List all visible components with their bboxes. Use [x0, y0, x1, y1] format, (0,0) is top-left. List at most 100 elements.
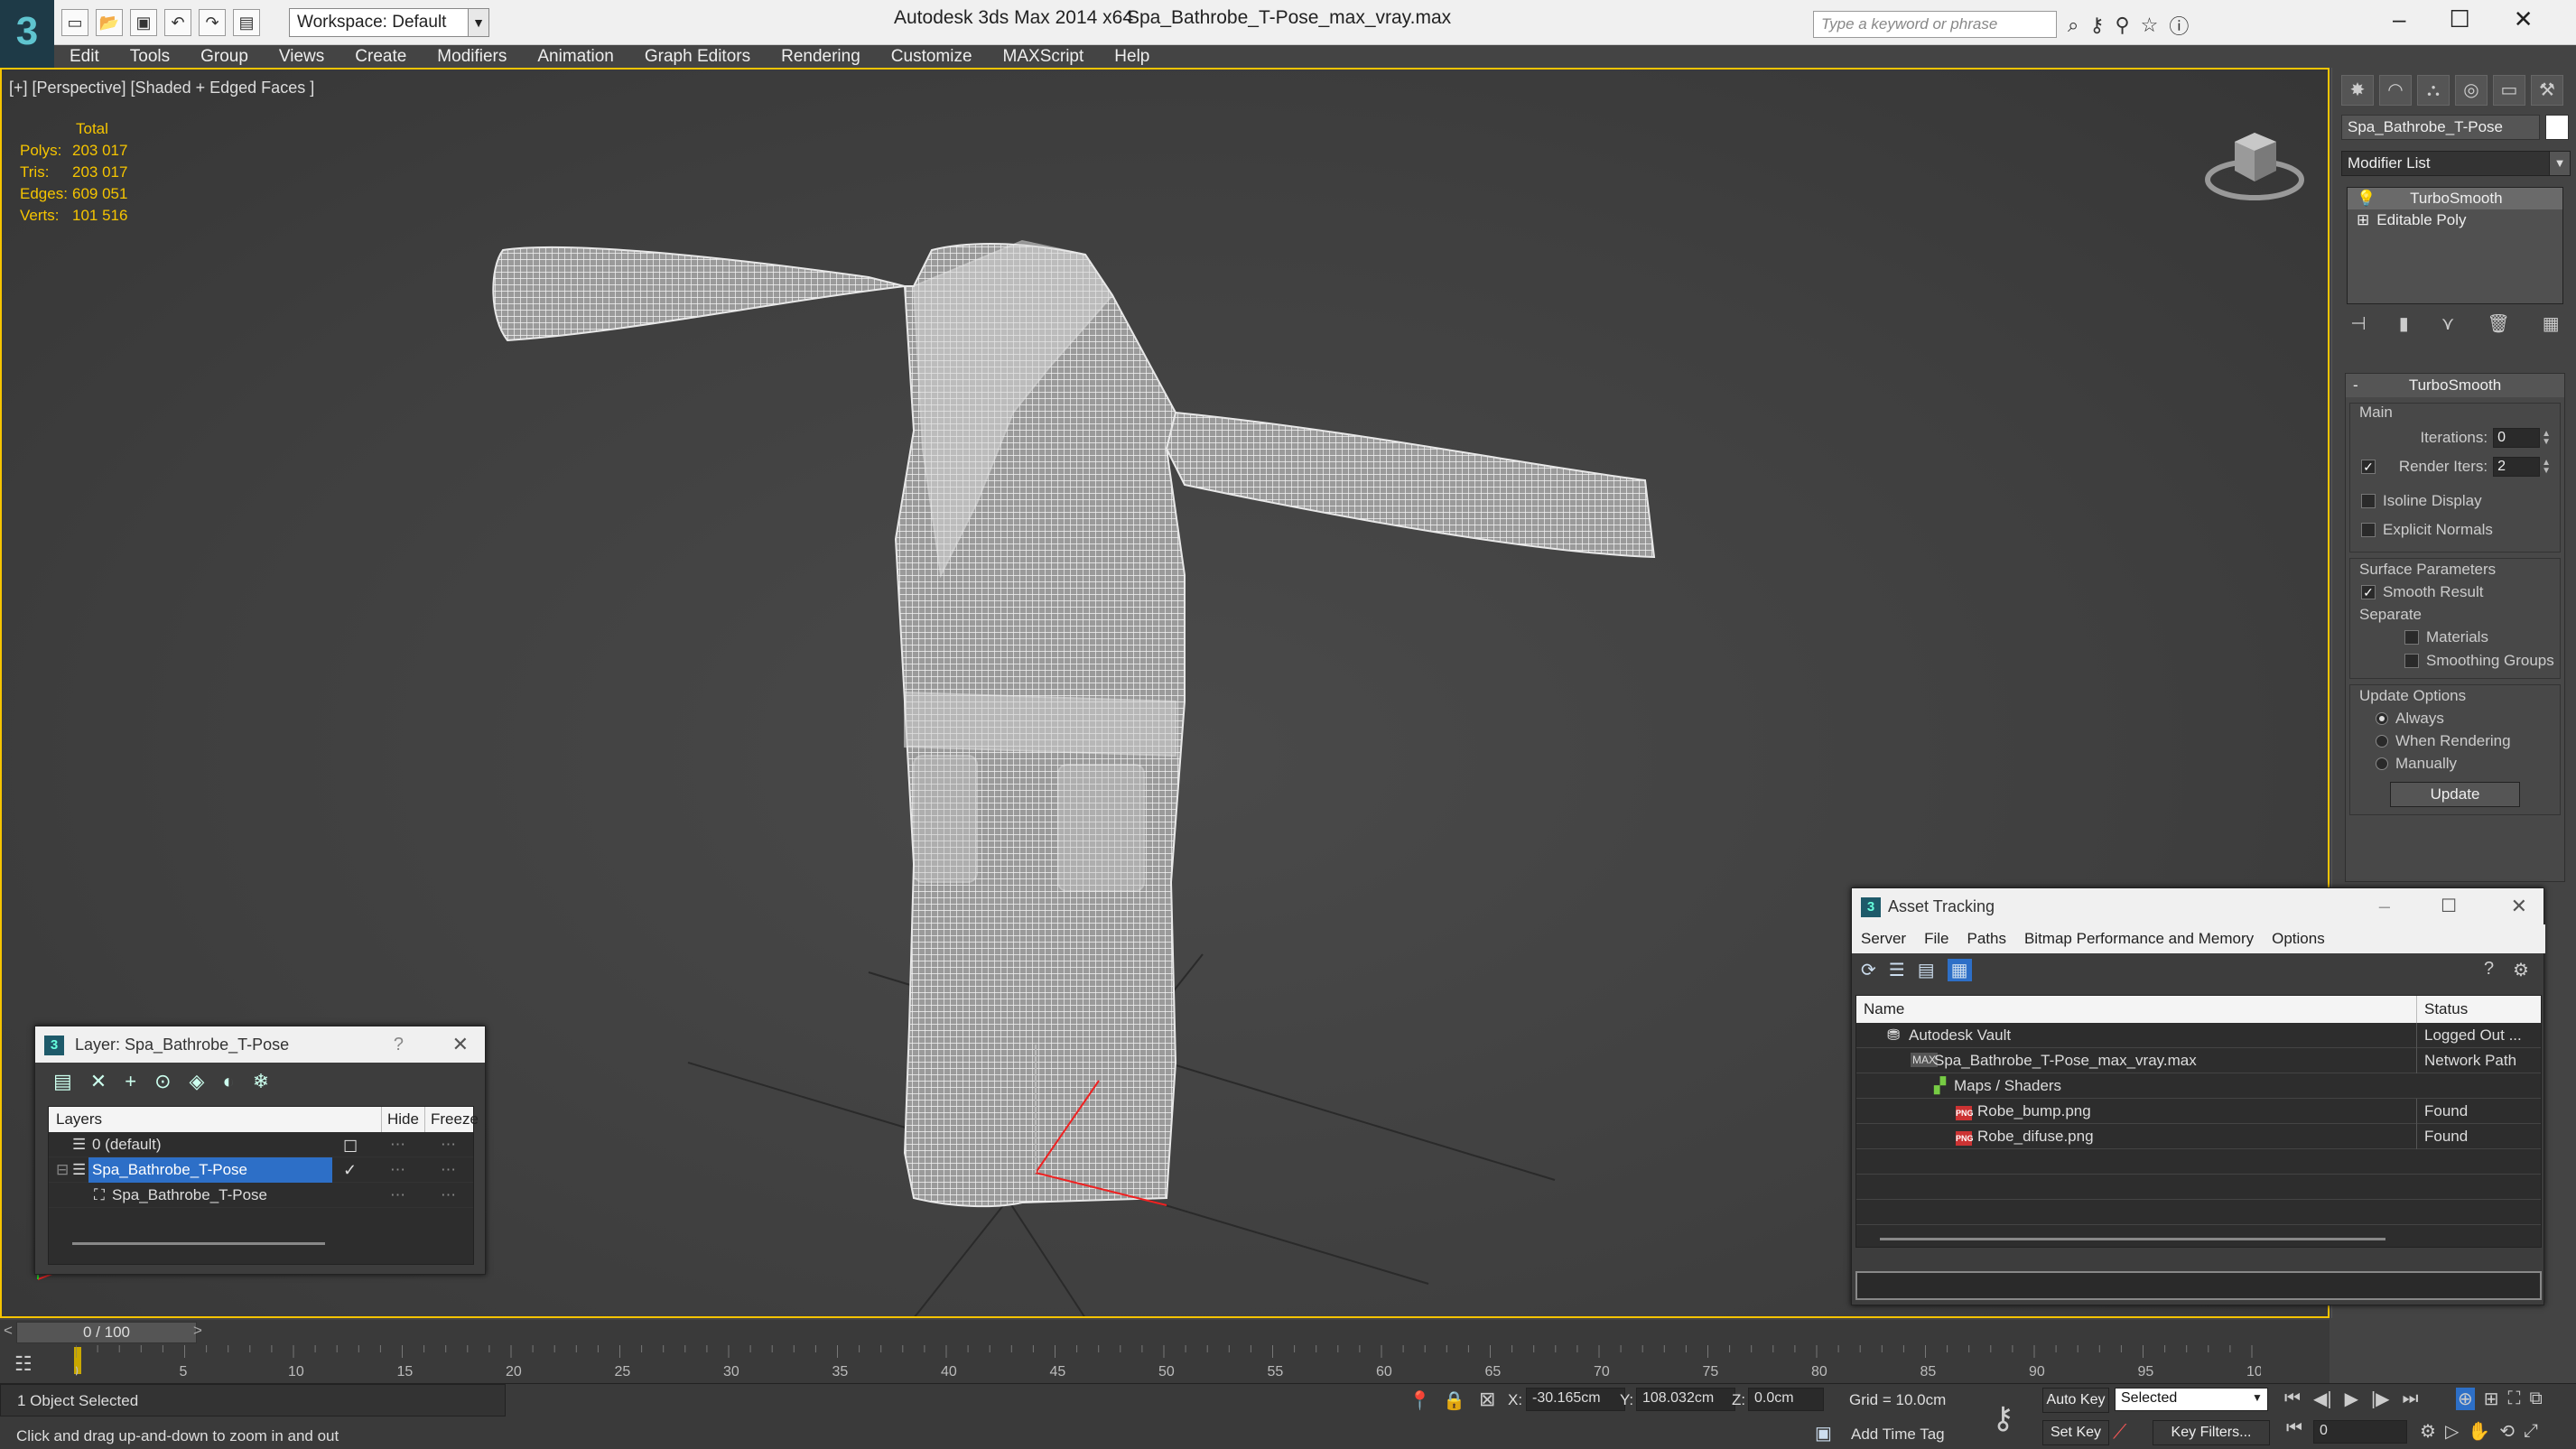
when-rendering-radio[interactable] [2376, 734, 2388, 748]
current-frame-field[interactable]: 0 [2313, 1420, 2407, 1444]
minimize-icon[interactable]: – [2379, 888, 2390, 924]
y-coordinate-field[interactable]: 108.032cm [1636, 1388, 1735, 1411]
hide-all-icon[interactable]: ◐ [222, 1070, 234, 1093]
asset-row[interactable]: PNG Robe_bump.png Found [1856, 1099, 2541, 1124]
freeze-toggle[interactable]: ⋯ [441, 1183, 456, 1208]
object-color-swatch[interactable] [2545, 115, 2569, 140]
materials-checkbox[interactable] [2404, 630, 2419, 645]
absolute-mode-icon[interactable]: ⊠ [1479, 1388, 1495, 1411]
collapse-icon[interactable]: - [2353, 374, 2358, 397]
close-icon[interactable]: ✕ [2511, 888, 2527, 924]
key-filters-button[interactable]: Key Filters... [2153, 1420, 2270, 1445]
hide-toggle[interactable]: ⋯ [390, 1132, 405, 1157]
thumbnail-view-icon[interactable]: ▤ [1918, 959, 1935, 981]
help-icon[interactable]: ⓘ [2169, 11, 2189, 40]
undo-icon[interactable]: ↶ [164, 9, 191, 36]
horizontal-scrollbar[interactable] [72, 1242, 325, 1245]
maximize-viewport-icon[interactable]: ⤢ [2524, 1421, 2538, 1442]
col-layers[interactable]: Layers [56, 1107, 102, 1132]
hide-toggle[interactable]: ⋯ [390, 1183, 405, 1208]
maximize-icon[interactable]: ☐ [2449, 5, 2469, 33]
layer-object-row[interactable]: ⛶ Spa_Bathrobe_T-Pose ⋯ ⋯ [49, 1183, 473, 1208]
key-icon[interactable]: ⚷ [2089, 14, 2104, 37]
menu-bitmap-performance[interactable]: Bitmap Performance and Memory [2015, 924, 2263, 953]
create-tab-icon[interactable]: ✸ [2341, 75, 2374, 106]
close-icon[interactable]: ✕ [452, 1026, 469, 1063]
explicit-normals-checkbox[interactable] [2361, 523, 2376, 537]
select-in-layer-icon[interactable]: ⊙ [154, 1070, 171, 1093]
stack-item-turbosmooth[interactable]: 💡 TurboSmooth [2348, 188, 2562, 209]
configure-sets-icon[interactable]: ▦ [2543, 312, 2560, 335]
freeze-toggle[interactable]: ⋯ [441, 1157, 456, 1183]
x-coordinate-field[interactable]: -30.165cm [1526, 1388, 1625, 1411]
asset-dialog-titlebar[interactable]: 3 Asset Tracking – ☐ ✕ [1852, 888, 2543, 924]
time-tag-icon[interactable]: ▣ [1815, 1422, 1832, 1444]
redo-icon[interactable]: ↷ [199, 9, 226, 36]
menu-create[interactable]: Create [339, 45, 422, 68]
pan-icon[interactable]: ✋ [2468, 1420, 2490, 1443]
layer-row[interactable]: ⊟ ☰ Spa_Bathrobe_T-Pose ✓ ⋯ ⋯ [49, 1157, 473, 1183]
smoothing-groups-checkbox[interactable] [2404, 654, 2419, 668]
menu-animation[interactable]: Animation [522, 45, 629, 68]
previous-frame-icon[interactable]: ◀| [2313, 1388, 2332, 1410]
isoline-checkbox[interactable] [2361, 494, 2376, 508]
isolate-selection-icon[interactable]: 📍 [1409, 1389, 1431, 1412]
manually-radio[interactable] [2376, 757, 2388, 770]
zoom-icon[interactable]: ⊕ [2456, 1388, 2475, 1410]
col-hide[interactable]: Hide [381, 1107, 419, 1132]
add-time-tag[interactable]: Add Time Tag [1851, 1426, 1945, 1444]
selection-set-dropdown[interactable]: Selected [2115, 1388, 2268, 1411]
make-unique-icon[interactable]: ⋎ [2441, 312, 2455, 335]
field-of-view-icon[interactable]: ▷ [2445, 1420, 2459, 1443]
next-frame-icon[interactable]: > [193, 1322, 202, 1340]
lightbulb-icon[interactable]: 💡 [2357, 190, 2376, 208]
save-file-icon[interactable]: ▣ [130, 9, 157, 36]
auto-key-button[interactable]: Auto Key [2042, 1388, 2109, 1413]
go-to-end-icon[interactable]: ⏭ [2403, 1389, 2419, 1409]
display-tab-icon[interactable]: ▭ [2493, 75, 2525, 106]
horizontal-scrollbar[interactable] [1880, 1238, 2385, 1240]
layer-row[interactable]: ☰ 0 (default) ☐ ⋯ ⋯ [49, 1132, 473, 1157]
motion-tab-icon[interactable]: ◎ [2455, 75, 2488, 106]
stack-item-editable-poly[interactable]: ⊞ Editable Poly [2348, 209, 2562, 231]
menu-edit[interactable]: Edit [54, 45, 115, 68]
remove-modifier-icon[interactable]: 🗑 [2487, 312, 2509, 335]
new-file-icon[interactable]: ▭ [61, 9, 88, 36]
minimize-icon[interactable]: – [2393, 5, 2405, 33]
object-name[interactable]: Spa_Bathrobe_T-Pose [112, 1183, 267, 1208]
asset-path-field[interactable] [1855, 1271, 2542, 1300]
spinner-arrows-icon[interactable]: ▲ ▼ [2542, 430, 2551, 447]
zoom-all-icon[interactable]: ⊞ [2484, 1388, 2499, 1410]
current-layer-checkbox[interactable]: ☐ [343, 1134, 358, 1159]
menu-help[interactable]: Help [1099, 45, 1165, 68]
always-radio[interactable] [2376, 711, 2388, 725]
play-icon[interactable]: ▶ [2345, 1388, 2358, 1410]
app-logo-icon[interactable]: 3 [0, 0, 54, 68]
track-bar[interactable]: ☷ 0 5 10 15 20 25 30 35 40 45 50 55 60 65 70 75 80 85 90 95… [0, 1345, 2330, 1383]
menu-customize[interactable]: Customize [876, 45, 988, 68]
render-iters-spinner[interactable]: 2 [2493, 457, 2541, 477]
refresh-icon[interactable]: ⟳ [1861, 959, 1876, 981]
project-folder-icon[interactable]: ▤ [233, 9, 260, 36]
asset-row[interactable]: MAX Spa_Bathrobe_T-Pose_max_vray.max Net… [1856, 1048, 2541, 1073]
menu-group[interactable]: Group [185, 45, 264, 68]
chevron-down-icon[interactable]: ▼ [2252, 1391, 2263, 1404]
menu-options[interactable]: Options [2263, 924, 2334, 953]
time-slider[interactable]: < 0 / 100 > [0, 1320, 2330, 1345]
maximize-icon[interactable]: ☐ [2441, 888, 2457, 924]
update-button[interactable]: Update [2390, 782, 2520, 807]
asset-row[interactable]: ⛃ Autodesk Vault Logged Out ... [1856, 1023, 2541, 1048]
bathrobe-model[interactable] [492, 239, 1656, 1208]
add-to-layer-icon[interactable]: + [125, 1070, 136, 1093]
list-view-icon[interactable]: ☰ [1889, 959, 1905, 981]
render-iters-checkbox[interactable]: ✓ [2361, 460, 2376, 474]
freeze-all-icon[interactable]: ❄ [253, 1070, 269, 1093]
table-view-icon[interactable]: ▦ [1947, 959, 1972, 981]
next-frame-icon[interactable]: |▶ [2371, 1388, 2390, 1410]
menu-views[interactable]: Views [264, 45, 339, 68]
delete-layer-icon[interactable]: ✕ [90, 1070, 107, 1093]
layer-name[interactable]: Spa_Bathrobe_T-Pose [88, 1157, 332, 1183]
show-end-result-icon[interactable]: ▮ [2399, 312, 2409, 335]
key-mode-icon[interactable]: ⚷ [1992, 1400, 2014, 1436]
time-config-icon[interactable]: ⚙ [2420, 1420, 2436, 1443]
